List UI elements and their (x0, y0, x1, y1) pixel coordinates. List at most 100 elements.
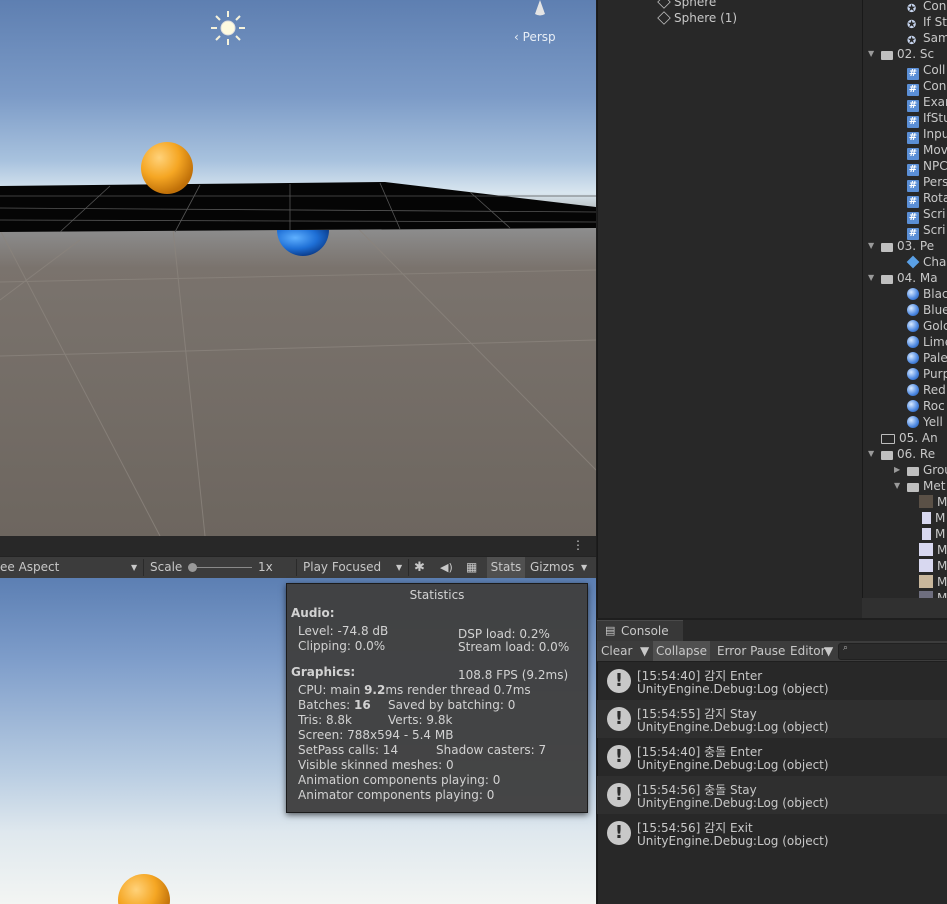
console-log-entry[interactable]: ! [15:54:55] 감지 Stay UnityEngine.Debug:Log… (597, 700, 947, 738)
project-item[interactable]: Blac (907, 286, 947, 302)
gizmos-button[interactable]: Gizmos (530, 557, 574, 578)
material-icon (907, 320, 919, 332)
project-item-label: Sam (923, 31, 947, 45)
project-item[interactable]: ▼ 03. Pe (868, 238, 934, 254)
play-mode-dropdown[interactable]: Play Focused (303, 557, 381, 578)
chevron-down-icon[interactable]: ▼ (868, 270, 878, 286)
project-item[interactable]: ▼ 02. Sc (868, 46, 934, 62)
aspect-dropdown[interactable]: ee Aspect (0, 557, 59, 578)
cpu-stats: CPU: main 9.2ms render thread 0.7ms (298, 683, 531, 697)
chevron-right-icon[interactable]: ▶ (894, 462, 904, 478)
project-item-label: Golc (923, 319, 947, 333)
console-search-input[interactable]: ⌕ (838, 643, 947, 660)
info-icon: ! (607, 745, 631, 769)
project-item-label: Scri (923, 223, 946, 237)
editor-dropdown[interactable]: Editor (790, 641, 826, 661)
project-item[interactable]: 05. An (881, 430, 938, 446)
project-item[interactable]: Roc (907, 398, 945, 414)
project-item[interactable]: # Scri (907, 206, 945, 224)
project-item[interactable]: #Exar (907, 94, 947, 112)
hierarchy-item[interactable]: Sphere (1) (657, 10, 737, 26)
chevron-down-icon[interactable]: ▼ (894, 478, 904, 494)
project-item[interactable]: M (919, 542, 947, 558)
project-item[interactable]: Cha (906, 254, 946, 270)
chevron-down-icon[interactable]: ▼ (131, 557, 137, 578)
project-item[interactable]: # Con (907, 78, 946, 96)
error-pause-button[interactable]: Error Pause (717, 641, 785, 661)
chevron-down-icon[interactable]: ▼ (824, 641, 833, 661)
project-item[interactable]: ▼ 04. Ma (868, 270, 938, 286)
project-item[interactable]: ✪ Con (907, 0, 946, 15)
project-item-label: M (935, 511, 946, 525)
scene-canvas[interactable] (0, 0, 596, 536)
project-item[interactable]: Purp (907, 366, 947, 382)
project-item[interactable]: ▼ Met (894, 478, 946, 494)
project-item-label: Blue (923, 303, 947, 317)
keyboard-icon[interactable]: ▦ (466, 557, 477, 578)
projection-label[interactable]: ‹ Persp (514, 30, 556, 44)
more-options-icon[interactable]: ⋮ (572, 538, 584, 552)
chevron-down-icon[interactable]: ▼ (868, 46, 878, 62)
project-item[interactable]: # NPC (907, 158, 947, 176)
project-item[interactable]: # IfStu (907, 110, 947, 128)
project-item[interactable]: Blue (907, 302, 947, 318)
project-item[interactable]: M (919, 574, 947, 590)
folder-icon (881, 434, 895, 444)
tab-console[interactable]: ▤ Console (597, 620, 683, 642)
chevron-down-icon[interactable]: ▼ (396, 557, 402, 578)
project-item[interactable]: M (919, 590, 947, 598)
blue-sphere (277, 230, 329, 256)
project-item[interactable]: M (919, 558, 947, 574)
collapse-button[interactable]: Collapse (653, 641, 710, 661)
console-log-entry[interactable]: ! [15:54:40] 충돌 Enter UnityEngine.Debug:Lo… (597, 738, 947, 776)
project-item[interactable]: M (919, 510, 945, 526)
project-item[interactable]: # Pers (907, 174, 947, 192)
project-item[interactable]: ✪ Sam (907, 30, 947, 47)
project-item[interactable]: ✪ If St (907, 14, 947, 31)
statistics-title: Statistics (409, 588, 465, 602)
search-icon: ⌕ (843, 643, 849, 653)
fps: 108.8 FPS (9.2ms) (458, 668, 569, 682)
scale-label: Scale (150, 560, 183, 574)
chevron-down-icon[interactable]: ▼ (640, 641, 649, 661)
console-log-entry[interactable]: ! [15:54:56] 충돌 Stay UnityEngine.Debug:Log… (597, 776, 947, 814)
stats-button[interactable]: Stats (487, 557, 525, 578)
chevron-down-icon[interactable]: ▼ (868, 446, 878, 462)
project-item-label: Blac (923, 287, 947, 301)
screen: Screen: 788x594 - 5.4 MB (298, 728, 454, 742)
visible-skinned-meshes: Visible skinned meshes: 0 (298, 758, 454, 772)
project-item[interactable]: # Coll (907, 62, 945, 80)
bug-icon[interactable]: ✱ (414, 557, 425, 578)
project-item[interactable]: ▼ 06. Re (868, 446, 935, 462)
cube-icon (657, 0, 671, 9)
project-item-label: 05. An (899, 431, 938, 445)
chevron-down-icon[interactable]: ▼ (868, 238, 878, 254)
project-item[interactable]: ▶ Grou (894, 462, 947, 478)
project-item-label: Met (923, 479, 946, 493)
scale-slider-track[interactable] (189, 567, 252, 568)
project-item[interactable]: # Rota (907, 190, 947, 208)
project-item[interactable]: # Scri (907, 222, 946, 240)
chevron-down-icon[interactable]: ▼ (581, 557, 587, 578)
audio-icon[interactable]: ◀) (440, 557, 453, 578)
hierarchy-item[interactable]: Sphere (657, 0, 716, 10)
project-item[interactable]: Yell (907, 414, 943, 430)
project-item[interactable]: Lime (907, 334, 947, 350)
project-item[interactable]: M (919, 494, 947, 510)
project-item[interactable]: # Mov (907, 142, 947, 160)
console-icon: ▤ (605, 624, 616, 637)
project-item-label: M (937, 591, 947, 598)
clear-button[interactable]: Clear (601, 641, 632, 661)
scale-slider-handle[interactable] (188, 563, 197, 572)
audio-clipping: Clipping: 0.0% (298, 639, 386, 653)
console-log-entry[interactable]: ! [15:54:40] 감지 Enter UnityEngine.Debug:Lo… (597, 662, 947, 700)
project-item[interactable]: # Inpu (907, 126, 947, 144)
project-item[interactable]: Golc (907, 318, 947, 334)
project-item[interactable]: M (919, 526, 945, 542)
project-item[interactable]: Pale (907, 350, 947, 366)
project-item-label: Inpu (923, 127, 947, 141)
project-item[interactable]: Red (907, 382, 946, 398)
scene-view[interactable]: ‹ Persp (0, 0, 596, 536)
material-icon (907, 288, 919, 300)
console-log-entry[interactable]: ! [15:54:56] 감지 Exit UnityEngine.Debug:Log… (597, 814, 947, 852)
